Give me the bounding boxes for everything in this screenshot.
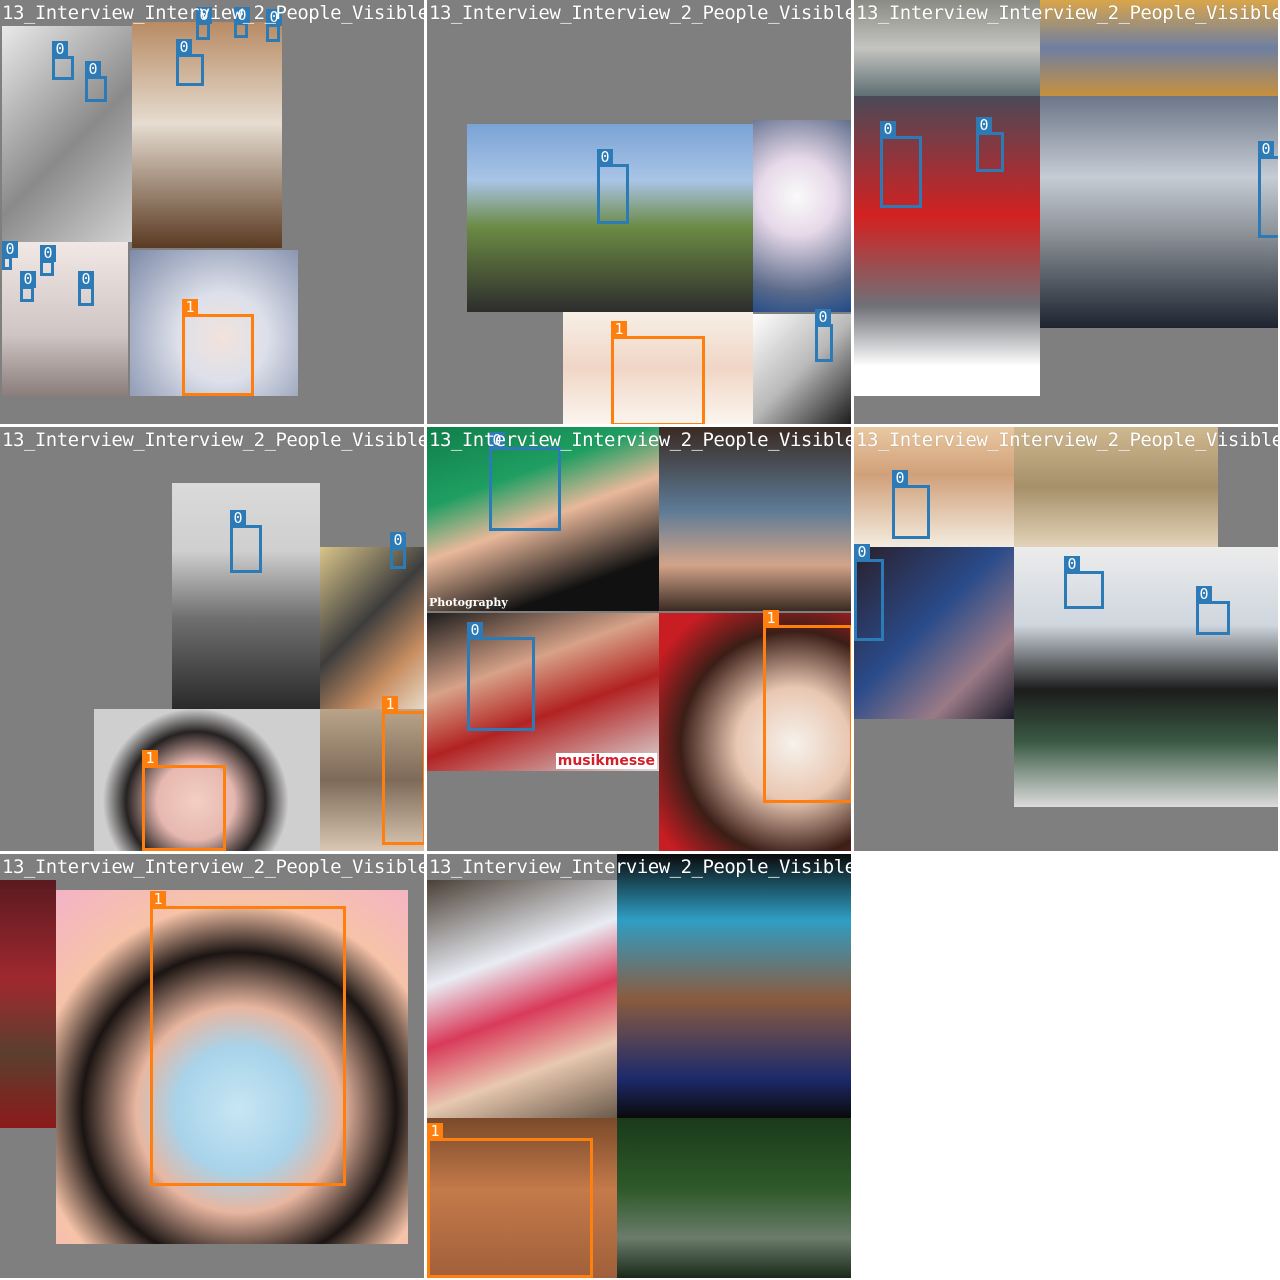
tile-5: Photography musikmesse 0 0 1 13_Intervie…: [427, 427, 851, 851]
box-label: 1: [142, 750, 158, 767]
face-box-0: 0: [390, 532, 406, 569]
photo-stage-light: [753, 120, 851, 312]
face-box-0: 0: [880, 121, 922, 208]
box-label: 1: [182, 299, 198, 316]
face-box-0: 0: [815, 309, 833, 362]
box-label: 0: [20, 271, 36, 288]
mask-box-1: 1: [142, 750, 226, 851]
tile-title: 13_Interview_Interview_2_People_Visible_: [2, 2, 424, 24]
face-box-0: 0: [1064, 556, 1104, 609]
tile-4: 0 0 1 1 13_Interview_Interview_2_People_…: [0, 427, 424, 851]
mosaic-grid: { "title": "13_Interview_Interview_2_Peo…: [0, 0, 1280, 1280]
face-box-0: 0: [597, 149, 629, 224]
mask-box-1: 1: [150, 891, 346, 1186]
face-box-0: 0: [20, 271, 36, 302]
face-box-0: 0: [467, 622, 535, 731]
box-label: 0: [230, 510, 246, 527]
box-label: 0: [78, 271, 94, 288]
tile-8: 1 13_Interview_Interview_2_People_Visibl…: [427, 854, 851, 1278]
tile-3: 0 0 0 13_Interview_Interview_2_People_Vi…: [854, 0, 1278, 424]
box-label: 0: [176, 39, 192, 56]
box-label: 0: [52, 41, 68, 58]
box-label: 1: [427, 1123, 443, 1140]
photo-athlete: [617, 854, 851, 1118]
photo-gym: [320, 547, 424, 709]
tile-title: 13_Interview_Interview_2_People_Visible_: [2, 429, 424, 451]
photo-dress: [659, 427, 851, 611]
box-label: 1: [611, 321, 627, 338]
box-label: 0: [854, 544, 870, 561]
photo-bw-portrait: [753, 314, 851, 424]
box-label: 0: [815, 309, 831, 326]
tile-7: 1 13_Interview_Interview_2_People_Visibl…: [0, 854, 424, 1278]
tile-2: 0 0 1 13_Interview_Interview_2_People_Vi…: [427, 0, 851, 424]
watermark-musikmesse: musikmesse: [555, 753, 657, 769]
face-box-0: 0: [52, 41, 74, 80]
tile-6: 0 0 0 0 13_Interview_Interview_2_People_…: [854, 427, 1278, 851]
face-box-0: 0: [85, 61, 107, 102]
photo-award-ceremony: [1014, 547, 1278, 807]
box-label: 0: [880, 121, 896, 138]
face-box-0: 0: [1258, 141, 1278, 238]
photo-wedding: [2, 242, 128, 396]
mask-box-1: 1: [611, 321, 705, 424]
watermark-photography: Photography: [429, 596, 508, 609]
face-box-0: 0: [854, 544, 884, 641]
tile-title: 13_Interview_Interview_2_People_Visible_: [2, 856, 424, 878]
mask-box-1: 1: [382, 696, 424, 845]
photo-red-scene: [0, 880, 56, 1128]
mask-box-1: 1: [427, 1123, 593, 1278]
face-box-0: 0: [489, 432, 561, 531]
photo-ship: [1040, 96, 1278, 328]
face-box-0: 0: [40, 245, 56, 276]
box-label: 0: [892, 470, 908, 487]
photo-man-mic-stage: musikmesse: [427, 613, 659, 771]
box-label: 0: [40, 245, 56, 262]
mask-box-1: 1: [763, 610, 851, 803]
tile-title: 13_Interview_Interview_2_People_Visible: [429, 856, 851, 878]
face-box-0: 0: [176, 39, 204, 86]
photo-gray-sweater-man: [172, 483, 320, 709]
box-label: 0: [467, 622, 483, 639]
tile-title: 13_Interview_Interview_2_People_Visible_: [429, 429, 851, 451]
face-box-0: 0: [78, 271, 94, 306]
face-box-0: 0: [1196, 586, 1230, 635]
face-box-0: 0: [266, 9, 282, 42]
box-label: 1: [150, 891, 166, 908]
box-label: 0: [976, 117, 992, 134]
photo-trees: [617, 1118, 851, 1278]
box-label: 1: [763, 610, 779, 627]
box-label: 0: [85, 61, 101, 78]
face-box-0: 0: [2, 241, 18, 270]
box-label: 1: [382, 696, 398, 713]
tile-1: 0 0 0 0 0 0 0 0 0 0 1 13_Interview_Inter…: [0, 0, 424, 424]
face-box-0: 0: [230, 510, 262, 573]
box-label: 0: [597, 149, 613, 166]
box-label: 0: [1196, 586, 1212, 603]
mask-box-1: 1: [182, 299, 254, 396]
photo-seated-man: [132, 22, 282, 248]
tile-title: 13_Interview_Interview_2_People_Visible_: [429, 2, 851, 24]
photo-flyers: [427, 880, 617, 1118]
tile-title: 13_Interview_Interview_2_People_Visible_: [856, 429, 1278, 451]
face-box-0: 0: [976, 117, 1004, 172]
face-box-0: 0: [892, 470, 930, 539]
tile-title: 13_Interview_Interview_2_People_Visible_: [856, 2, 1278, 24]
box-label: 0: [1258, 141, 1274, 158]
box-label: 0: [390, 532, 406, 549]
box-label: 0: [2, 241, 18, 258]
box-label: 0: [1064, 556, 1080, 573]
